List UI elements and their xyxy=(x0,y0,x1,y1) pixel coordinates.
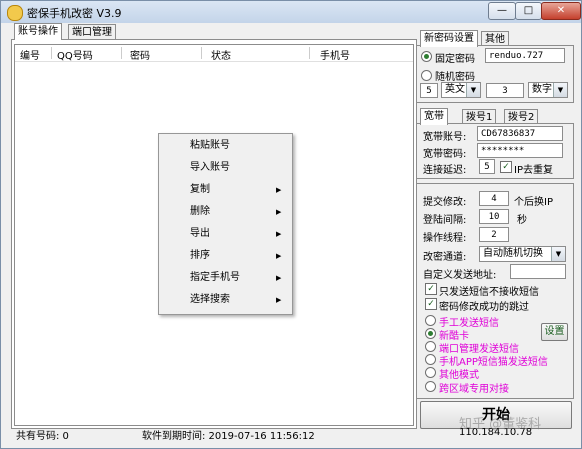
cross-region-label: 跨区域专用对接 xyxy=(439,384,509,395)
tab-port-mgmt[interactable]: 端口管理 xyxy=(68,24,116,40)
fixed-password-label: 固定密码 xyxy=(435,54,475,65)
submit-change-input[interactable]: 4 xyxy=(479,191,509,206)
status-expiry: 软件到期时间: 2019-07-16 11:56:12 xyxy=(142,431,315,442)
radio-random-password[interactable] xyxy=(421,70,432,81)
login-interval-label: 登陆间隔: xyxy=(423,215,467,226)
random-length-input[interactable]: 5 xyxy=(420,83,438,98)
app-window: 密保手机改密 V3.9 — □ ✕ 账号操作 端口管理 编号 QQ号码 密码 状… xyxy=(0,0,582,449)
skip-success-checkbox[interactable]: ✓ xyxy=(425,298,437,310)
broadband-password-input[interactable]: ******** xyxy=(477,143,563,158)
menu-item-assign-phone[interactable]: 指定手机号 ▶ xyxy=(160,267,291,289)
radio-xinkuka[interactable] xyxy=(425,328,436,339)
radio-fixed-password[interactable] xyxy=(421,51,432,62)
radio-manual-sms[interactable] xyxy=(425,315,436,326)
submenu-arrow-icon: ▶ xyxy=(276,274,282,282)
submenu-arrow-icon: ▶ xyxy=(276,208,282,216)
menu-item-delete[interactable]: 删除 ▶ xyxy=(160,201,291,223)
minimize-button[interactable]: — xyxy=(488,2,516,20)
chevron-down-icon: ▼ xyxy=(466,83,480,97)
broadband-account-input[interactable]: CD67836837 xyxy=(477,126,563,141)
tab-account-ops[interactable]: 账号操作 xyxy=(14,23,62,40)
tab-new-password[interactable]: 新密码设置 xyxy=(420,30,478,47)
threads-label: 操作线程: xyxy=(423,233,467,244)
login-interval-input[interactable]: 10 xyxy=(479,209,509,224)
radio-port-mgmt-sms[interactable] xyxy=(425,341,436,352)
watermark: 知乎 @董鉴科 xyxy=(459,417,542,432)
send-only-label: 只发送短信不接收短信 xyxy=(439,287,539,298)
window-title: 密保手机改密 V3.9 xyxy=(27,7,122,20)
menu-item-copy[interactable]: 复制 ▶ xyxy=(160,179,291,201)
close-button[interactable]: ✕ xyxy=(541,2,581,20)
radio-cross-region[interactable] xyxy=(425,381,436,392)
radio-other-mode[interactable] xyxy=(425,367,436,378)
status-account-count: 共有号码: 0 xyxy=(16,431,69,442)
other-mode-label: 其他模式 xyxy=(439,370,479,381)
ip-dedupe-checkbox[interactable]: ✓ xyxy=(500,161,512,173)
submit-change-suffix: 个后换IP xyxy=(514,197,553,208)
menu-item-import-account[interactable]: 导入账号 xyxy=(160,157,291,179)
random-count-input[interactable]: 3 xyxy=(486,83,524,98)
col-header-qq[interactable]: QQ号码 xyxy=(57,47,93,62)
random-password-label: 随机密码 xyxy=(435,72,475,83)
tab-broadband[interactable]: 宽带 xyxy=(420,108,448,125)
char-type-select-2[interactable]: 数字 ▼ xyxy=(528,82,568,98)
channel-label: 改密通道: xyxy=(423,252,467,263)
submit-change-label: 提交修改: xyxy=(423,197,467,208)
settings-button[interactable]: 设置 xyxy=(541,323,568,341)
chevron-down-icon: ▼ xyxy=(553,83,567,97)
col-header-phone[interactable]: 手机号 xyxy=(320,47,350,62)
threads-input[interactable]: 2 xyxy=(479,227,509,242)
app-logo-icon xyxy=(7,5,23,21)
context-menu: 粘贴账号 导入账号 复制 ▶ 删除 ▶ 导出 ▶ 排序 ▶ 指定手机号 ▶ 选择搜索 ▶ xyxy=(158,133,293,315)
custom-address-input[interactable] xyxy=(510,264,566,279)
col-header-password[interactable]: 密码 xyxy=(130,47,150,62)
login-interval-unit: 秒 xyxy=(517,215,527,226)
title-bar: 密保手机改密 V3.9 — □ ✕ xyxy=(1,1,581,23)
char-type-select-1[interactable]: 英文 ▼ xyxy=(441,82,481,98)
submenu-arrow-icon: ▶ xyxy=(276,252,282,260)
broadband-account-label: 宽带账号: xyxy=(423,132,467,143)
custom-address-label: 自定义发送地址: xyxy=(423,270,497,281)
radio-app-sms-modem[interactable] xyxy=(425,354,436,365)
submenu-arrow-icon: ▶ xyxy=(276,296,282,304)
chevron-down-icon: ▼ xyxy=(551,247,565,261)
connect-delay-input[interactable]: 5 xyxy=(479,159,495,174)
menu-item-export[interactable]: 导出 ▶ xyxy=(160,223,291,245)
ip-dedupe-label: IP去重复 xyxy=(514,165,553,176)
fixed-password-input[interactable]: renduo.727 xyxy=(485,48,565,63)
submenu-arrow-icon: ▶ xyxy=(276,186,282,194)
menu-item-select-search[interactable]: 选择搜索 ▶ xyxy=(160,289,291,311)
col-header-id[interactable]: 编号 xyxy=(20,47,40,62)
channel-select[interactable]: 自动随机切换 ▼ xyxy=(479,246,566,262)
submenu-arrow-icon: ▶ xyxy=(276,230,282,238)
send-only-checkbox[interactable]: ✓ xyxy=(425,283,437,295)
connect-delay-label: 连接延迟: xyxy=(423,165,467,176)
maximize-button[interactable]: □ xyxy=(515,2,542,20)
col-header-status[interactable]: 状态 xyxy=(211,47,231,62)
broadband-password-label: 宽带密码: xyxy=(423,149,467,160)
skip-success-label: 密码修改成功的跳过 xyxy=(439,302,529,313)
menu-item-sort[interactable]: 排序 ▶ xyxy=(160,245,291,267)
menu-item-paste-account[interactable]: 粘贴账号 xyxy=(160,135,291,157)
